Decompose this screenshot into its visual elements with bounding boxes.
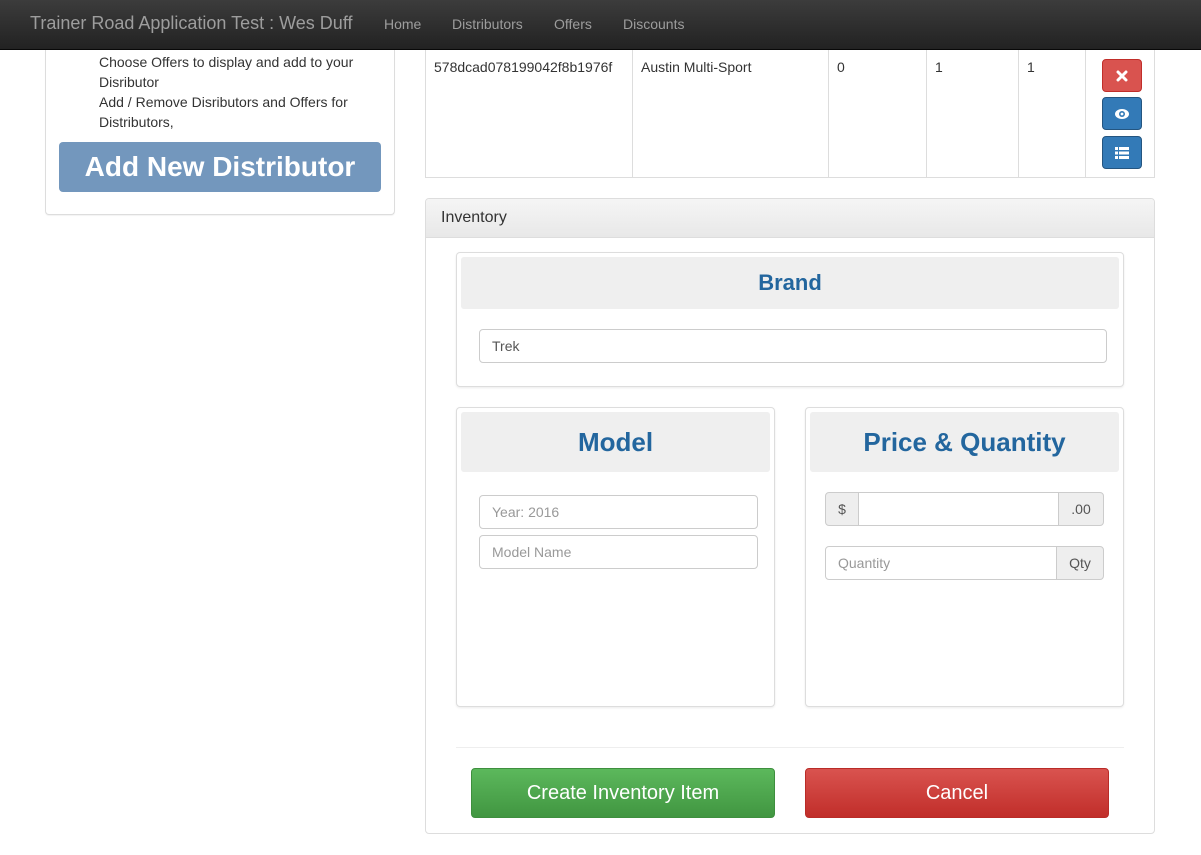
delete-button[interactable] <box>1102 59 1142 92</box>
nav-link-discounts[interactable]: Discounts <box>623 16 684 32</box>
navbar-brand[interactable]: Trainer Road Application Test : Wes Duff <box>30 13 353 34</box>
quantity-input[interactable]: Quantity <box>825 546 1058 580</box>
sidebar-line: Choose Offers to display and add to your <box>99 54 354 70</box>
add-new-distributor-button[interactable]: Add New Distributor <box>59 142 381 192</box>
view-button[interactable] <box>1102 97 1142 130</box>
sidebar-line: Disributor <box>99 74 159 90</box>
sidebar-description: Choose Offers to display and add to your… <box>99 52 389 132</box>
sidebar-panel: Choose Offers to display and add to your… <box>45 50 395 215</box>
distributor-table: 578dcad078199042f8b1976f Austin Multi-Sp… <box>425 50 1155 178</box>
cents-suffix: .00 <box>1058 492 1104 526</box>
table-cell-value: 1 <box>927 50 1019 177</box>
table-cell-name: Austin Multi-Sport <box>633 50 829 177</box>
cancel-button[interactable]: Cancel <box>805 768 1109 818</box>
list-button[interactable] <box>1102 136 1142 169</box>
view-icon <box>1115 108 1129 119</box>
nav-link-offers[interactable]: Offers <box>554 16 592 32</box>
nav-link-home[interactable]: Home <box>384 16 421 32</box>
brand-panel: Brand Trek <box>456 252 1124 387</box>
table-cell-actions <box>1086 50 1155 177</box>
divider <box>456 747 1124 748</box>
table-cell-id: 578dcad078199042f8b1976f <box>426 50 633 177</box>
quantity-suffix: Qty <box>1056 546 1104 580</box>
table-cell-value: 1 <box>1019 50 1086 177</box>
currency-prefix: $ <box>825 492 859 526</box>
price-input[interactable] <box>858 492 1059 526</box>
brand-input[interactable]: Trek <box>479 329 1107 363</box>
navbar: Trainer Road Application Test : Wes Duff… <box>0 0 1201 50</box>
model-panel: Model Year: 2016 Model Name <box>456 407 775 707</box>
model-title: Model <box>461 412 770 472</box>
delete-icon <box>1116 70 1128 81</box>
sidebar-line: Distributors, <box>99 114 174 130</box>
sidebar-line: Add / Remove Disributors and Offers for <box>99 94 348 110</box>
brand-title: Brand <box>461 257 1119 309</box>
create-inventory-item-button[interactable]: Create Inventory Item <box>471 768 775 818</box>
price-quantity-title: Price & Quantity <box>810 412 1119 472</box>
table-cell-value: 0 <box>829 50 927 177</box>
price-quantity-panel: Price & Quantity $ .00 Quantity Qty <box>805 407 1124 707</box>
nav-link-distributors[interactable]: Distributors <box>452 16 523 32</box>
inventory-heading: Inventory <box>426 199 1154 238</box>
model-year-input[interactable]: Year: 2016 <box>479 495 758 529</box>
model-name-input[interactable]: Model Name <box>479 535 758 569</box>
list-icon <box>1115 146 1129 159</box>
inventory-panel: Inventory Brand Trek Model Year: 2016 Mo… <box>425 198 1155 834</box>
